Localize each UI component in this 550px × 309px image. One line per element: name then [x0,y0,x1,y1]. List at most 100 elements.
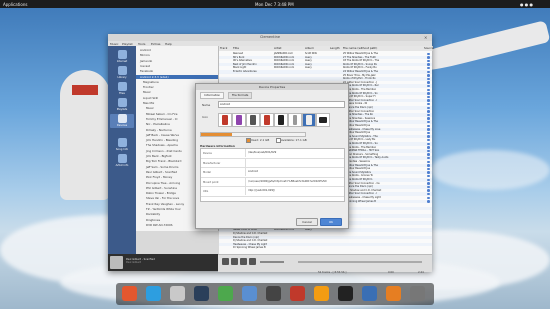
cell-title: Black Light [233,66,247,70]
previous-icon[interactable] [222,258,229,265]
music-icon[interactable] [314,286,329,301]
window-close-icon[interactable]: ✕ [424,35,427,40]
tree-item[interactable]: Jamendo [140,59,152,63]
name-field[interactable]: Android [218,101,345,108]
column-album[interactable]: Album [304,46,330,51]
device-icon-option[interactable] [316,113,330,127]
sidebar-item-files[interactable]: Files [110,82,134,96]
tree-item[interactable]: Ringtones [146,218,160,222]
used-label: Used: 2.1 GB [251,138,270,142]
tree-item[interactable]: Music [146,106,154,110]
next-icon[interactable] [249,258,256,265]
cell-album: Avery [305,62,312,66]
tree-item[interactable]: Frontier [143,85,154,89]
tree-item[interactable]: Jeff Beck - Cause We've [146,133,179,137]
tree-item[interactable]: DVD RW AD-7200S [146,223,173,227]
tab-file-formats[interactable]: File formats [228,92,253,99]
skype-icon[interactable] [146,286,161,301]
tree-item[interactable]: Magnatune [143,80,159,84]
device-icon-option[interactable] [232,113,246,127]
tab-information[interactable]: Information [200,92,225,99]
tree-item[interactable]: Mikael Saberi - On Fire [146,112,177,116]
library-icon [117,66,127,75]
wallpaper-stripe [72,85,98,95]
cell-title: 80's Rock [233,55,245,59]
column-length[interactable]: Length [329,46,343,51]
files-icon[interactable] [170,286,185,301]
top-panel: Applications Mon Dec 7 3:48 PM ● ● ● [0,0,550,8]
tree-item[interactable]: Nic - Poolalkaline [146,122,170,126]
steam-icon[interactable] [194,286,209,301]
sidebar-item-artist-info[interactable]: Artist info [110,154,134,168]
device-icon-option[interactable] [288,113,302,127]
tree-item[interactable]: Tommy Emmanuel - Cl [146,117,177,121]
volume-slider[interactable] [260,261,284,263]
system-tray-icons[interactable]: ● ● ● [520,2,533,7]
tree-item[interactable]: Icecast [140,64,150,68]
clock[interactable]: Mon Dec 7 3:48 PM [255,2,294,7]
cancel-button[interactable]: Cancel [296,218,318,226]
settings-icon[interactable] [410,286,425,301]
tree-item[interactable]: Big Tom Frank - Blackbird [146,159,181,163]
tree-item[interactable]: Paul Gilbert - Scarified [146,170,177,174]
tree-item[interactable]: TZ - Yardbirds While Your [146,207,181,211]
document-icon[interactable] [242,286,257,301]
tree-item[interactable]: Music [143,90,151,94]
seek-bar[interactable] [298,261,422,263]
tree-item[interactable]: Jimi Beck - Bigfoot [146,154,172,158]
cloud [430,150,550,190]
tree-item[interactable]: Jimi Hendrix - Bleeding [146,138,178,142]
cell-title: Rescued [233,52,244,55]
now-playing: Paul Gilbert - Scarified Paul Gilbert [108,254,218,271]
device-icon-option[interactable] [274,113,288,127]
tree-item[interactable]: Robin Trower - Bridge [146,191,176,195]
device-icon-option-selected[interactable] [302,113,316,127]
cell-filename: 27 The Shanties - The Truth [343,55,376,59]
tree-item[interactable]: Mas Mix [143,101,154,105]
sidebar-item-playlists[interactable]: Playlists [110,98,134,112]
image-viewer-icon[interactable] [266,286,281,301]
dialog-title: Device Properties [196,84,348,90]
ok-button[interactable]: OK [320,218,342,226]
column-artist[interactable]: Artist [273,46,305,51]
device-icon-option[interactable] [246,113,260,127]
tree-item[interactable]: Android 2.3.3 (sda1) [136,74,218,79]
device-icon [117,114,127,123]
tree-item[interactable]: Rockabilly [146,212,160,216]
tree-item[interactable]: Phil Gilbert - Sunshine [146,186,177,190]
status-bar: 52 tracks - [ 8:55:56 ] 0:00 2:44 [318,271,432,276]
applications-menu[interactable]: Applications [3,2,27,7]
tree-item[interactable]: Steve Vai - For the Love [146,196,179,200]
column-title[interactable]: Title [232,46,274,51]
terminal-icon[interactable] [338,286,353,301]
tree-item[interactable]: Facebook [140,69,153,73]
display-icon[interactable] [362,286,377,301]
tree-item[interactable]: Pink Floyd - Money [146,175,172,179]
tree-item[interactable]: Jeff Sam - Some Drums [146,165,178,169]
tree-item[interactable]: Jing Crimson - 21st Centu [146,149,182,153]
device-icon-option[interactable] [218,113,232,127]
table-row[interactable]: Dr Spinning Wheel James B [219,246,432,250]
tree-item[interactable]: Frank Ray Vaughan - Lenny [146,202,184,206]
sidebar-item-internet[interactable]: Internet [110,50,134,64]
column-track[interactable]: Track [219,46,233,51]
tree-item[interactable]: Mirrors [140,53,150,57]
stop-icon[interactable] [240,258,247,265]
sidebar-item-song-info[interactable]: Song Info [110,138,134,152]
tree-item[interactable]: Android [140,48,151,52]
sync-icon[interactable] [386,286,401,301]
column-source[interactable]: Source [423,46,434,51]
chrome-icon[interactable] [122,286,137,301]
sidebar-item-library[interactable]: Library [110,66,134,80]
device-icon-option[interactable] [260,113,274,127]
tree-item[interactable]: Liquid Skill [143,96,158,100]
tree-item[interactable]: The Shadows - Apache [146,143,178,147]
spreadsheet-icon[interactable] [218,286,233,301]
sidebar-item-devices[interactable]: Devices [110,114,134,128]
column-filename[interactable]: File name (without path) [342,46,424,51]
album-art [110,256,123,269]
play-icon[interactable] [231,258,238,265]
tree-item[interactable]: Rimsky - Nocturne [146,128,172,132]
paint-icon[interactable] [290,286,305,301]
tree-item[interactable]: Porcupine Tree - Arriving [146,181,180,185]
